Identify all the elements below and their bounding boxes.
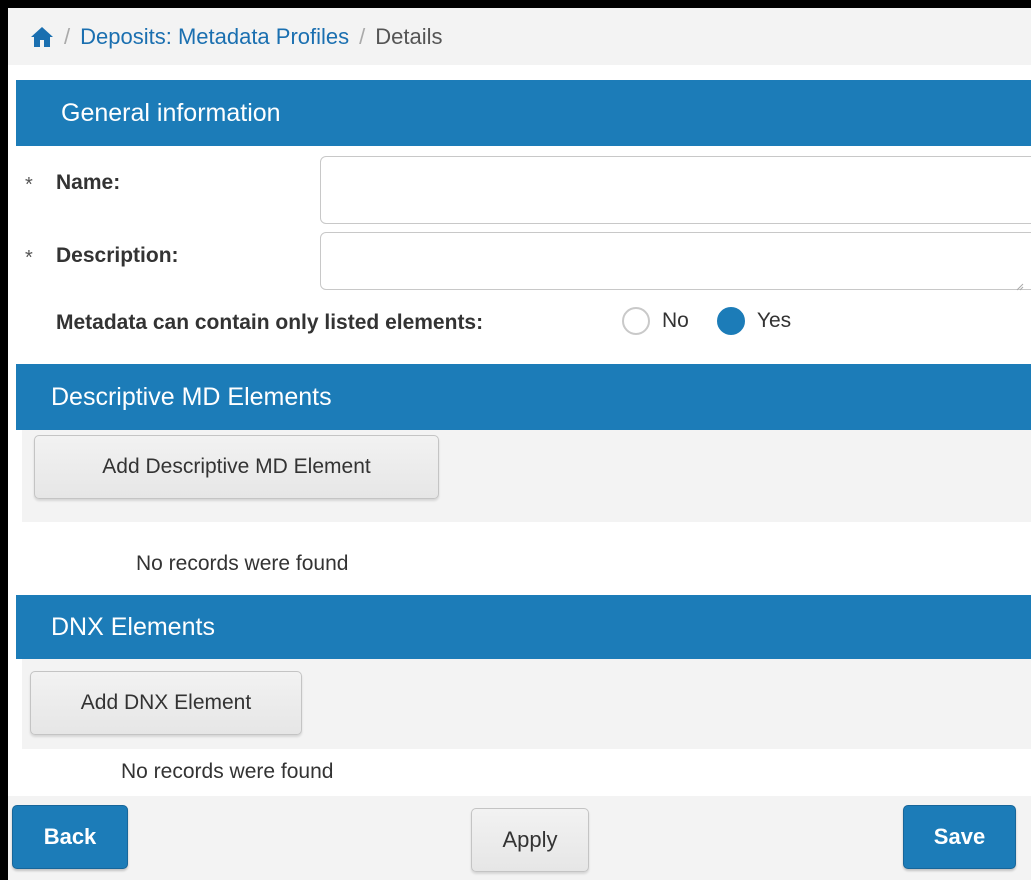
add-dnx-element-button[interactable]: Add DNX Element: [30, 671, 302, 735]
apply-button[interactable]: Apply: [471, 808, 589, 872]
radio-no-label[interactable]: No: [662, 309, 689, 333]
breadcrumb-current: Details: [375, 23, 443, 49]
page-frame: / Deposits: Metadata Profiles / Details …: [8, 8, 1031, 880]
home-icon[interactable]: [30, 26, 54, 48]
description-label: Description:: [56, 244, 179, 267]
required-marker: *: [25, 174, 33, 196]
descriptive-empty-message: No records were found: [136, 552, 349, 575]
section-header-general-information: General information: [16, 80, 1031, 146]
radio-yes[interactable]: [716, 307, 745, 335]
breadcrumb: / Deposits: Metadata Profiles / Details: [8, 8, 1031, 65]
section-header-descriptive-md-elements: Descriptive MD Elements: [16, 364, 1031, 430]
listed-elements-label: Metadata can contain only listed element…: [56, 311, 484, 334]
back-button[interactable]: Back: [12, 805, 128, 869]
breadcrumb-separator: /: [359, 23, 366, 49]
radio-no[interactable]: [622, 307, 650, 335]
section-header-dnx-elements: DNX Elements: [16, 595, 1031, 659]
breadcrumb-link-metadata-profiles[interactable]: Deposits: Metadata Profiles: [80, 24, 349, 50]
save-button[interactable]: Save: [903, 805, 1016, 869]
name-label: Name:: [56, 171, 121, 194]
breadcrumb-separator: /: [64, 23, 71, 49]
required-marker: *: [25, 247, 33, 269]
dnx-empty-message: No records were found: [121, 760, 334, 783]
listed-elements-radio-group: No Yes: [622, 307, 791, 335]
add-descriptive-md-element-button[interactable]: Add Descriptive MD Element: [34, 435, 439, 499]
resize-grip-icon[interactable]: [1016, 278, 1024, 291]
name-input[interactable]: [320, 156, 1031, 224]
description-textarea[interactable]: [320, 232, 1031, 291]
radio-yes-label[interactable]: Yes: [757, 309, 791, 333]
